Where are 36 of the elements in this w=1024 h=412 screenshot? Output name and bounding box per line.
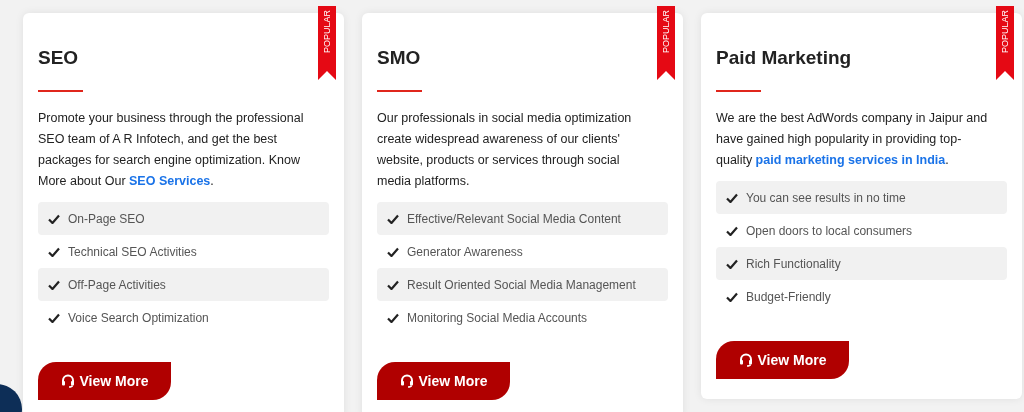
check-icon (387, 246, 399, 257)
check-icon (726, 192, 738, 203)
popular-ribbon: POPULAR (657, 6, 675, 80)
check-icon (48, 312, 60, 323)
feature-text: Generator Awareness (407, 243, 523, 261)
popular-ribbon: POPULAR (996, 6, 1014, 80)
feature-text: Voice Search Optimization (68, 309, 209, 327)
check-icon (726, 258, 738, 269)
check-icon (48, 279, 60, 290)
check-icon (387, 213, 399, 224)
feature-text: Effective/Relevant Social Media Content (407, 210, 621, 228)
feature-text: Result Oriented Social Media Management (407, 276, 636, 294)
check-icon (726, 225, 738, 236)
check-icon (48, 213, 60, 224)
check-icon (387, 312, 399, 323)
view-more-button[interactable]: View More (377, 362, 510, 400)
card-description: Promote your business through the professional SEO team of A R Infotech, and get the best packages for search engine optimization. Know More about Our SEO Services. (38, 110, 305, 190)
check-icon (48, 246, 60, 257)
card-description: Our professionals in social media optimization create widespread awareness of our clients' website, products or services through social media platforms. (377, 110, 633, 190)
feature-text: Off-Page Activities (68, 276, 166, 294)
headset-icon (738, 353, 753, 367)
feature-text: Open doors to local consumers (746, 222, 913, 240)
headset-icon (399, 374, 414, 388)
view-more-button[interactable]: View More (716, 341, 849, 379)
check-icon (387, 279, 399, 290)
feature-text: Rich Functionality (746, 255, 841, 273)
card-description: We are the best AdWords company in Jaipur and have gained high popularity in providing top-quality paid marketing services in India. (716, 110, 988, 169)
feature-text: Monitoring Social Media Accounts (407, 309, 588, 327)
popular-ribbon: POPULAR (318, 6, 336, 80)
view-more-button[interactable]: View More (38, 362, 171, 400)
feature-text: You can see results in no time (746, 189, 906, 207)
feature-text: On-Page SEO (68, 210, 145, 228)
feature-text: Technical SEO Activities (68, 243, 197, 261)
check-icon (726, 291, 738, 302)
feature-text: Budget-Friendly (746, 288, 831, 306)
headset-icon (60, 374, 75, 388)
